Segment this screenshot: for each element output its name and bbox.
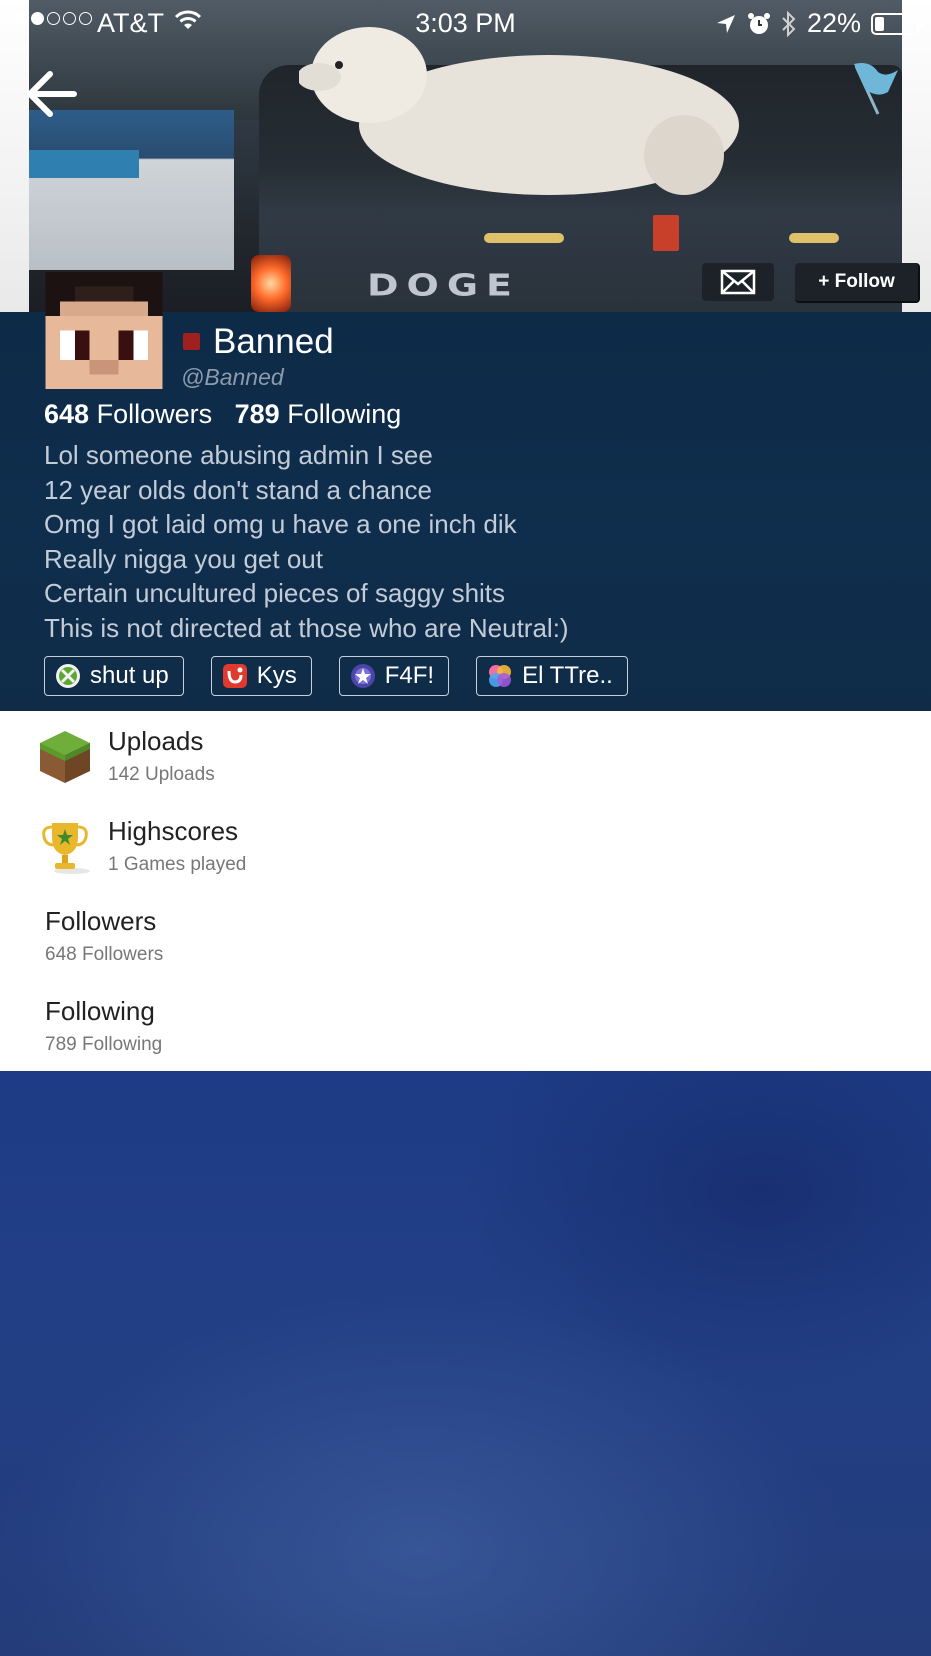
menu-title: Following	[45, 996, 155, 1026]
menu-subtitle: 789 Following	[45, 1034, 163, 1055]
cover-building-sign	[29, 150, 139, 178]
xbox-icon	[56, 664, 80, 688]
cover-building	[29, 110, 234, 270]
menu-subtitle: 1 Games played	[108, 854, 247, 875]
badge-label: El TTre..	[522, 662, 613, 689]
followers-label[interactable]: Followers	[97, 399, 213, 429]
profile-name: Banned	[213, 322, 334, 361]
location-arrow-icon	[716, 14, 735, 33]
following-label[interactable]: Following	[287, 399, 401, 429]
bio-line: Lol someone abusing admin I see	[44, 440, 433, 470]
followers-count[interactable]: 648	[44, 399, 89, 429]
grass-block-icon	[40, 731, 90, 783]
badge-shut-up[interactable]: shut up	[44, 656, 184, 696]
battery-fill	[875, 16, 884, 31]
trophy-icon	[42, 823, 90, 874]
badge-label: F4F!	[384, 662, 435, 689]
envelope-icon	[720, 269, 756, 295]
cover-hazard-sticker	[653, 215, 679, 251]
profile-handle: @Banned	[181, 364, 284, 390]
menu-item-following[interactable]: Following 789 Following	[0, 981, 931, 1071]
cover-tail-light	[251, 255, 291, 312]
profile-badges: shut up Kys F4F! El TTre..	[44, 656, 655, 696]
battery-percent: 22%	[806, 8, 861, 38]
bluetooth-icon	[782, 10, 796, 37]
star-badge-icon	[350, 664, 375, 688]
menu-item-uploads[interactable]: Uploads 142 Uploads	[0, 711, 931, 801]
badge-kys[interactable]: Kys	[210, 656, 312, 696]
game-center-icon	[489, 665, 512, 687]
back-arrow-icon[interactable]	[24, 66, 80, 122]
page-background	[0, 1071, 931, 1656]
menu-subtitle: 648 Followers	[45, 944, 164, 965]
cover-header: DOGE AT&T 3:03 PM 22% + Follow	[0, 0, 931, 312]
battery-icon	[871, 12, 923, 35]
status-right: 22%	[715, 8, 923, 39]
status-indicator	[183, 333, 200, 350]
report-flag-icon[interactable]	[848, 62, 900, 118]
profile-stats: 648 Followers 789 Following	[44, 399, 401, 430]
bio-line: Certain uncultured pieces of saggy shits	[44, 578, 506, 608]
bio-line: Omg I got laid omg u have a one inch dik	[44, 509, 517, 539]
bio-line: 12 year olds don't stand a chance	[44, 474, 433, 505]
cover-truck-brand: DOGE	[367, 267, 520, 303]
bio-line: Really nigga you get out	[44, 543, 323, 574]
profile-bio: Lol someone abusing admin I see 12 year …	[44, 438, 569, 645]
badge-el-ttre[interactable]: El TTre..	[476, 656, 628, 696]
menu-item-highscores[interactable]: Highscores 1 Games played	[0, 801, 931, 891]
bio-line: This is not directed at those who are Ne…	[44, 612, 569, 643]
following-count[interactable]: 789	[235, 399, 280, 429]
app-icon	[222, 664, 247, 688]
badge-label: shut up	[90, 662, 169, 689]
badge-label: Kys	[256, 662, 297, 689]
cover-reflection	[789, 233, 839, 243]
menu-title: Uploads	[108, 726, 204, 756]
cover-reflection	[484, 233, 564, 243]
menu-subtitle: 142 Uploads	[108, 764, 215, 785]
menu-item-followers[interactable]: Followers 648 Followers	[0, 891, 931, 981]
status-bar: AT&T 3:03 PM 22%	[0, 0, 931, 46]
message-button[interactable]	[702, 263, 774, 301]
alarm-clock-icon	[747, 12, 770, 34]
badge-f4f[interactable]: F4F!	[338, 656, 450, 696]
avatar[interactable]	[45, 272, 163, 389]
profile-menu: Uploads 142 Uploads Highscores 1 Games p…	[0, 711, 931, 1071]
menu-title: Highscores	[108, 816, 239, 846]
menu-title: Followers	[45, 906, 157, 936]
follow-button[interactable]: + Follow	[795, 263, 920, 303]
